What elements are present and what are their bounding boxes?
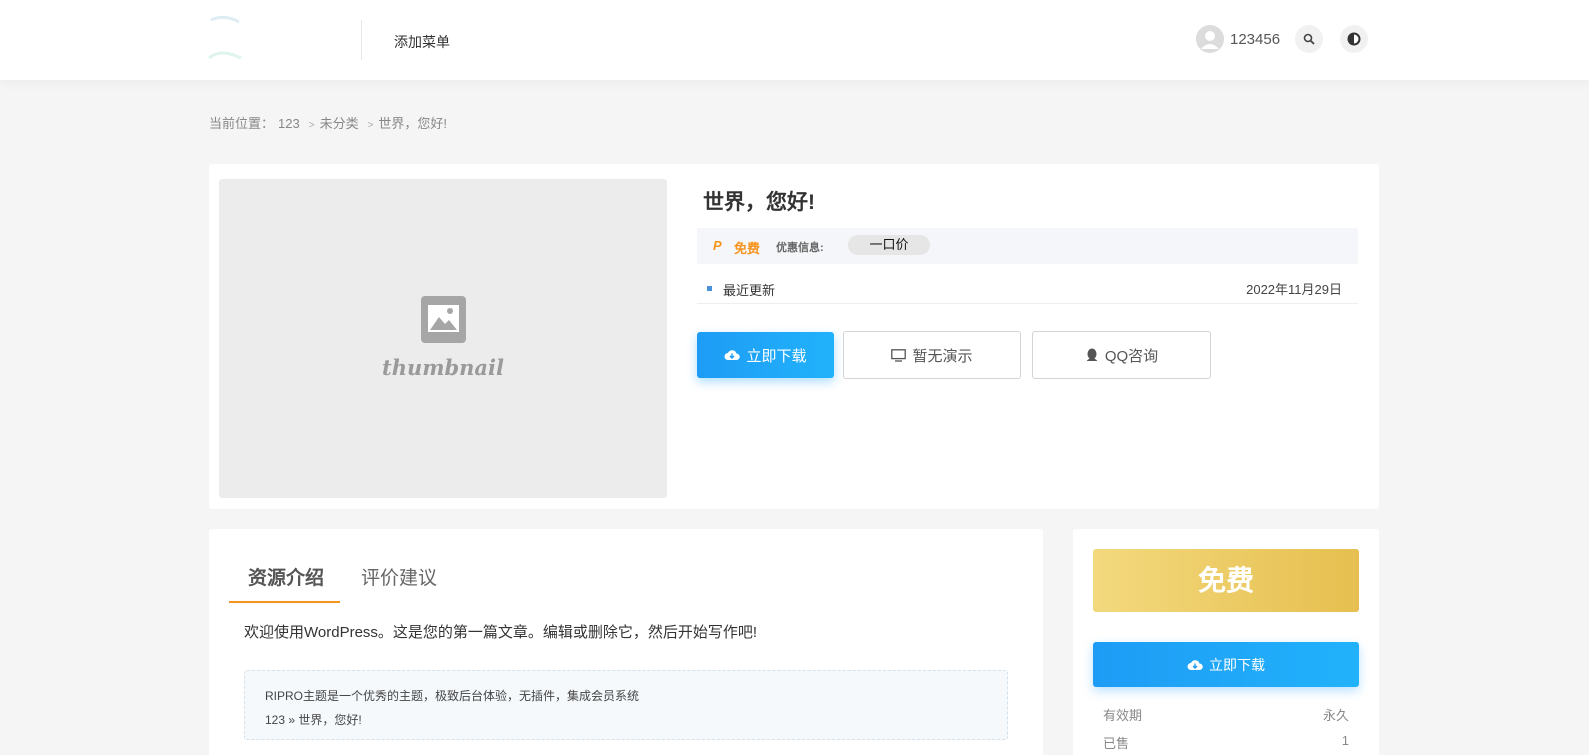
sidebar-row-value: 1 bbox=[1341, 733, 1349, 748]
username[interactable]: 123456 bbox=[1230, 31, 1280, 48]
search-button[interactable] bbox=[1295, 25, 1323, 53]
demo-button-label: 暂无演示 bbox=[912, 347, 973, 365]
sidebar-purchase-card: 免费 立即下载 有效期 永久 已售 1 bbox=[1073, 529, 1379, 755]
download-button-label: 立即下载 bbox=[746, 347, 807, 365]
bullet-icon bbox=[707, 286, 712, 291]
cloud-download-icon bbox=[724, 349, 741, 361]
tab-reviews[interactable]: 评价建议 bbox=[361, 563, 437, 590]
header-divider bbox=[361, 20, 362, 60]
product-title: 世界，您好! bbox=[703, 191, 815, 214]
qq-button-label: QQ咨询 bbox=[1104, 347, 1159, 365]
discount-label: 优惠信息: bbox=[776, 242, 824, 254]
notice-box: RIPRO主题是一个优秀的主题，极致后台体验，无插件，集成会员系统 123 » … bbox=[244, 670, 1008, 740]
monitor-icon bbox=[891, 348, 907, 362]
qq-icon bbox=[1085, 348, 1099, 363]
info-value: 2022年11月29日 bbox=[1246, 282, 1342, 297]
pay-icon: P bbox=[713, 238, 722, 253]
theme-toggle-button[interactable] bbox=[1340, 25, 1368, 53]
product-thumbnail[interactable]: thumbnail bbox=[219, 179, 667, 498]
sidebar-row-value: 永久 bbox=[1322, 708, 1349, 723]
content-card: 资源介绍 评价建议 欢迎使用WordPress。这是您的第一篇文章。编辑或删除它… bbox=[209, 529, 1043, 755]
discount-badge: 一口价 bbox=[848, 235, 930, 255]
search-icon bbox=[1303, 33, 1315, 45]
info-row-updated: 最近更新 2022年11月29日 bbox=[697, 274, 1358, 304]
sidebar-price: 免费 bbox=[1093, 549, 1359, 612]
price-bar: P 免费 优惠信息: 一口价 bbox=[697, 228, 1358, 264]
qq-consult-button[interactable]: QQ咨询 bbox=[1032, 331, 1211, 379]
tab-resource-intro[interactable]: 资源介绍 bbox=[248, 563, 324, 590]
sidebar-download-label: 立即下载 bbox=[1209, 656, 1265, 673]
site-header: 添加菜单 123456 bbox=[0, 0, 1589, 80]
intro-paragraph: 欢迎使用WordPress。这是您的第一篇文章。编辑或删除它，然后开始写作吧! bbox=[244, 624, 758, 641]
image-placeholder-icon bbox=[421, 296, 466, 343]
price-label: 免费 bbox=[734, 241, 761, 256]
cloud-download-icon bbox=[1187, 659, 1203, 671]
sidebar-row-key: 已售 bbox=[1103, 736, 1130, 751]
info-key: 最近更新 bbox=[723, 283, 776, 298]
breadcrumb-separator: > bbox=[367, 120, 374, 131]
thumbnail-text: thumbnail bbox=[382, 355, 504, 380]
breadcrumb-separator: > bbox=[308, 120, 315, 131]
breadcrumb-item[interactable]: 未分类 bbox=[320, 116, 359, 131]
breadcrumb-item[interactable]: 123 bbox=[278, 116, 300, 131]
notice-text: RIPRO主题是一个优秀的主题，极致后台体验，无插件，集成会员系统 bbox=[265, 689, 640, 703]
sidebar-row-key: 有效期 bbox=[1103, 708, 1143, 723]
breadcrumb-prefix: 当前位置： bbox=[209, 116, 275, 131]
product-card: thumbnail 世界，您好! P 免费 优惠信息: 一口价 最近更新 202… bbox=[209, 164, 1379, 509]
download-button[interactable]: 立即下载 bbox=[697, 332, 834, 378]
demo-button[interactable]: 暂无演示 bbox=[843, 331, 1021, 379]
active-tab-indicator bbox=[229, 601, 340, 603]
sidebar-download-button[interactable]: 立即下载 bbox=[1093, 642, 1359, 687]
breadcrumb: 当前位置： 123 > 未分类 > 世界，您好! bbox=[209, 113, 451, 132]
theme-toggle-icon bbox=[1347, 32, 1361, 46]
user-avatar-icon[interactable] bbox=[1196, 25, 1224, 53]
breadcrumb-item: 世界，您好! bbox=[378, 116, 448, 131]
nav-add-menu-link[interactable]: 添加菜单 bbox=[394, 32, 450, 52]
notice-breadcrumb: 123 » 世界，您好! bbox=[265, 713, 362, 727]
site-logo[interactable] bbox=[207, 14, 243, 64]
